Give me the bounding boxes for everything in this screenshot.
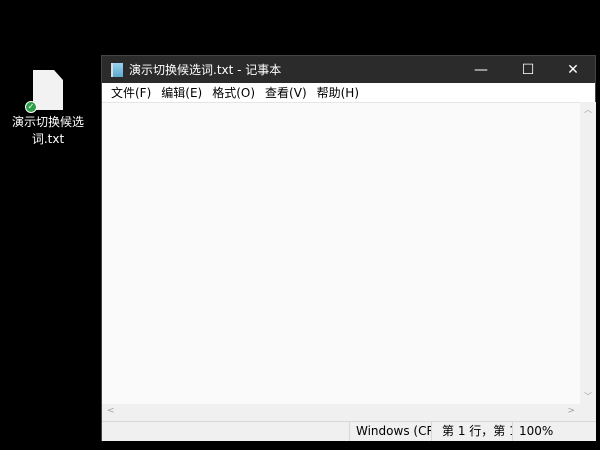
minimize-button[interactable]: — xyxy=(459,56,503,83)
text-file-icon xyxy=(33,70,63,110)
window-title: 演示切换候选词.txt - 记事本 xyxy=(129,63,282,77)
notepad-icon xyxy=(111,62,123,77)
desktop-file-icon[interactable]: 演示切换候选词.txt xyxy=(10,70,86,148)
desktop-file-label: 演示切换候选词.txt xyxy=(11,115,84,146)
scroll-right-icon[interactable]: > xyxy=(567,406,575,416)
status-encoding: Windows (CRLF) xyxy=(349,422,431,441)
scroll-up-icon[interactable]: ︿ xyxy=(580,104,596,115)
text-editor[interactable] xyxy=(102,102,580,404)
vertical-scrollbar[interactable]: ︿ ﹀ xyxy=(580,102,596,404)
menu-view[interactable]: 查看(V) xyxy=(260,84,312,101)
menu-edit[interactable]: 编辑(E) xyxy=(156,84,207,101)
menu-file[interactable]: 文件(F) xyxy=(106,84,156,101)
scroll-down-icon[interactable]: ﹀ xyxy=(580,391,596,402)
close-button[interactable]: ✕ xyxy=(551,56,595,83)
menu-bar: 文件(F) 编辑(E) 格式(O) 查看(V) 帮助(H) xyxy=(102,83,595,102)
sync-check-icon: ✓ xyxy=(25,101,37,113)
notepad-window: 演示切换候选词.txt - 记事本 — ☐ ✕ 文件(F) 编辑(E) 格式(O… xyxy=(101,55,596,441)
horizontal-scrollbar[interactable]: < > xyxy=(102,404,580,421)
status-position: 第 1 行，第 1 列 xyxy=(431,422,512,441)
maximize-button[interactable]: ☐ xyxy=(506,56,550,83)
title-bar[interactable]: 演示切换候选词.txt - 记事本 — ☐ ✕ xyxy=(102,56,595,83)
menu-format[interactable]: 格式(O) xyxy=(207,84,260,101)
menu-help[interactable]: 帮助(H) xyxy=(312,84,364,101)
status-zoom: 100% xyxy=(512,422,596,441)
status-bar: Windows (CRLF) 第 1 行，第 1 列 100% xyxy=(102,421,596,441)
scroll-left-icon[interactable]: < xyxy=(107,406,115,416)
scroll-corner xyxy=(580,404,596,421)
